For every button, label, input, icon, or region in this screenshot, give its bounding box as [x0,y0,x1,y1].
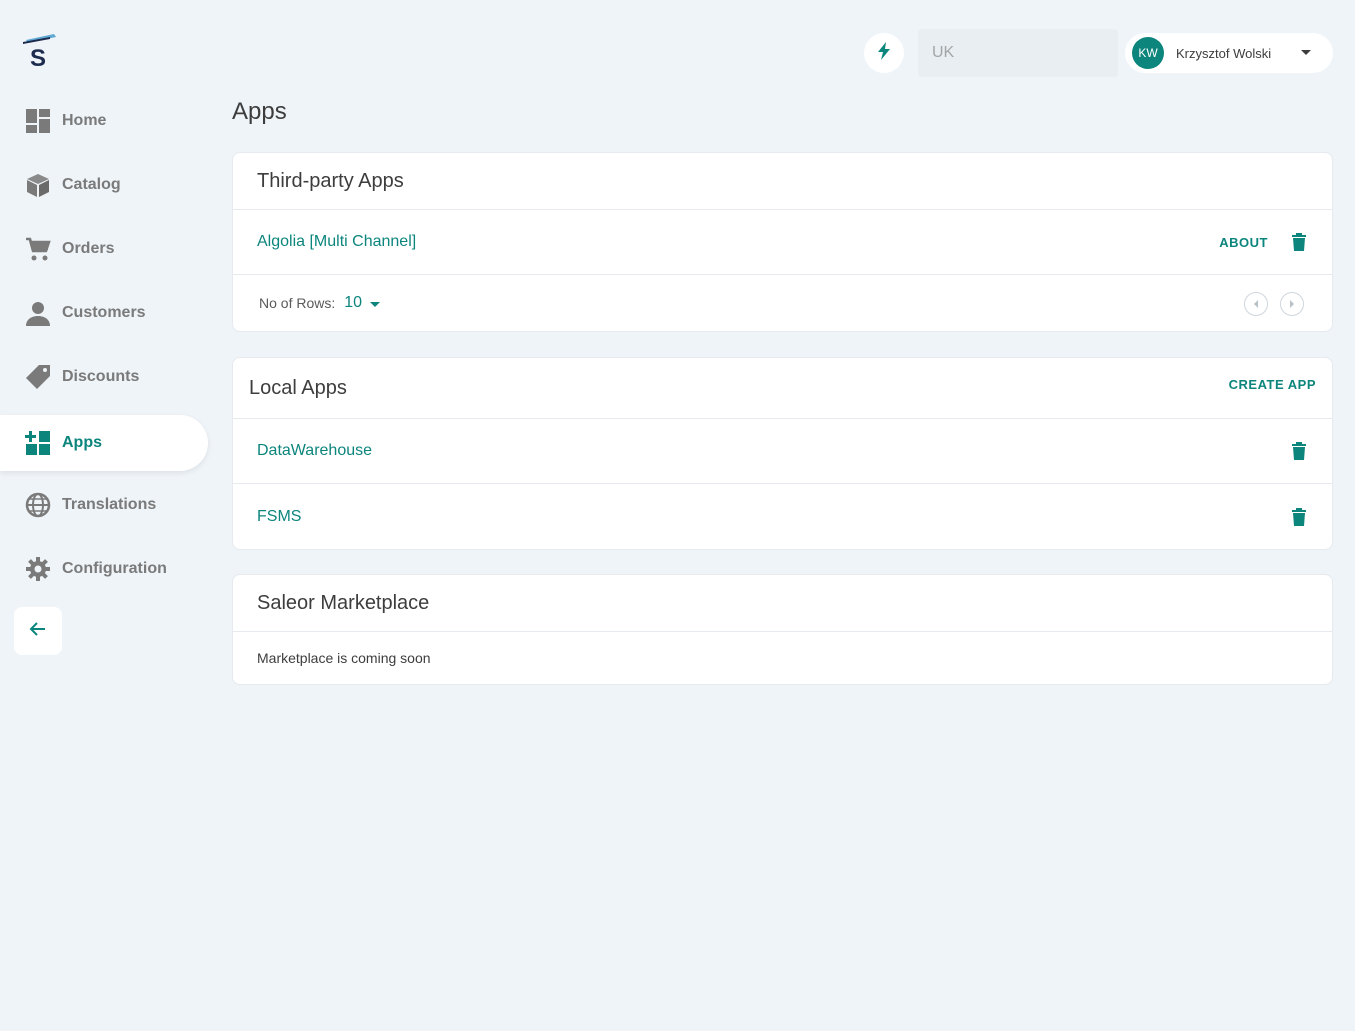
sidebar-item-orders[interactable]: Orders [0,221,208,277]
marketplace-message: Marketplace is coming soon [257,650,431,666]
tag-icon [24,363,52,391]
chevron-down-icon [370,301,381,307]
local-apps-card: Local Apps CREATE APP DataWarehouse FSMS [232,357,1333,550]
avatar: KW [1132,37,1164,69]
card-title: Third-party Apps [233,153,1332,210]
sidebar-item-configuration[interactable]: Configuration [0,541,208,597]
user-menu[interactable]: KW Krzysztof Wolski [1125,33,1333,73]
globe-icon [24,491,52,519]
trash-icon[interactable] [1290,441,1308,461]
chevron-down-icon [1301,50,1311,55]
navigator-button[interactable] [864,33,904,73]
create-app-button[interactable]: CREATE APP [1229,377,1316,392]
about-button[interactable]: ABOUT [1219,235,1268,250]
box-icon [24,171,52,199]
chevron-right-icon [1290,300,1294,308]
sidebar-item-label: Discounts [62,368,140,385]
channel-picker[interactable]: UK [918,29,1118,77]
list-item[interactable]: DataWarehouse [233,419,1332,484]
trash-icon[interactable] [1290,232,1308,252]
channel-value: UK [932,44,955,61]
rows-per-page-label: No of Rows: [259,295,336,311]
sidebar-item-translations[interactable]: Translations [0,477,208,533]
sidebar-item-label: Home [62,112,107,129]
arrow-left-icon [29,620,47,643]
app-name-link[interactable]: DataWarehouse [257,442,372,460]
marketplace-card: Saleor Marketplace Marketplace is coming… [232,574,1333,685]
sidebar-item-label: Catalog [62,176,121,193]
collapse-sidebar-button[interactable] [14,607,62,655]
rows-per-page-select[interactable]: 10 [344,294,381,312]
sidebar-item-apps[interactable]: Apps [0,415,208,471]
bolt-icon [877,41,891,65]
list-item[interactable]: Algolia [Multi Channel] ABOUT [233,210,1332,275]
trash-icon[interactable] [1290,507,1308,527]
third-party-apps-card: Third-party Apps Algolia [Multi Channel]… [232,152,1333,332]
next-page-button[interactable] [1280,292,1304,316]
svg-text:S: S [30,45,46,70]
card-title: Saleor Marketplace [233,575,1332,632]
saleor-logo[interactable]: S [20,32,60,72]
app-name-link[interactable]: FSMS [257,508,301,526]
gear-icon [24,555,52,583]
previous-page-button[interactable] [1244,292,1268,316]
sidebar-item-label: Translations [62,496,157,513]
chevron-left-icon [1254,300,1258,308]
card-title: Local Apps [249,376,347,399]
person-icon [24,299,52,327]
sidebar-item-label: Apps [62,434,102,451]
cart-icon [24,235,52,263]
sidebar-item-label: Orders [62,240,115,257]
apps-icon [24,429,52,457]
page-title: Apps [232,98,287,125]
pagination-row: No of Rows: 10 [233,275,1332,331]
list-item[interactable]: FSMS [233,484,1332,549]
sidebar-item-customers[interactable]: Customers [0,285,208,341]
user-name: Krzysztof Wolski [1176,45,1272,61]
app-name-link[interactable]: Algolia [Multi Channel] [257,233,416,251]
sidebar-item-label: Customers [62,304,146,321]
dashboard-icon [24,107,52,135]
sidebar-item-discounts[interactable]: Discounts [0,349,208,405]
rows-per-page-value: 10 [344,294,363,311]
sidebar-item-home[interactable]: Home [0,93,208,149]
sidebar-item-label: Configuration [62,560,167,577]
sidebar-item-catalog[interactable]: Catalog [0,157,208,213]
